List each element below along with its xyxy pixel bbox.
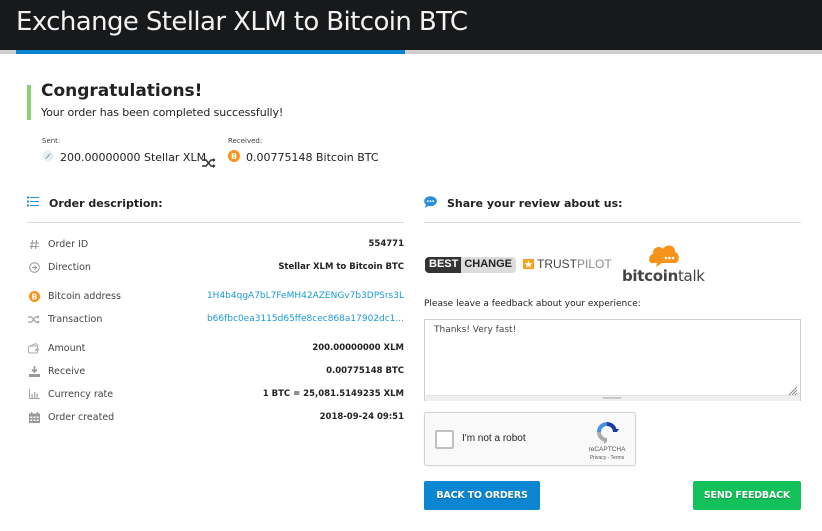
resize-handle-icon[interactable] xyxy=(787,381,798,396)
sent-label: Sent: xyxy=(42,137,61,145)
download-icon xyxy=(27,365,41,377)
bestchange-logo-link[interactable]: BEST CHANGE xyxy=(425,257,517,273)
receive-value: 0.00775148 BTC xyxy=(326,366,404,376)
textarea-grip-handle[interactable] xyxy=(603,397,621,399)
order-row-receive: Receive 0.00775148 BTC xyxy=(27,363,404,379)
send-feedback-button[interactable]: SEND FEEDBACK xyxy=(693,481,801,510)
order-description-title: Order description: xyxy=(49,196,163,210)
bitcoin-address-link[interactable]: 1H4b4qgA7bL7FeMH42AZENGv7b3DPSrs3L xyxy=(207,291,404,301)
wallet-icon xyxy=(27,342,41,354)
bitcointalk-logo-link[interactable]: bitcointalk xyxy=(622,243,705,288)
list-icon xyxy=(27,196,39,210)
recaptcha-checkbox[interactable] xyxy=(435,430,454,449)
shuffle-icon xyxy=(27,314,41,324)
review-title: Share your review about us: xyxy=(447,197,623,210)
currency-rate-value: 1 BTC = 25,081.5149235 XLM xyxy=(262,389,404,399)
arrow-circle-right-icon xyxy=(27,261,41,273)
bar-chart-icon xyxy=(27,389,41,399)
order-created-value: 2018-09-24 09:51 xyxy=(319,412,404,422)
order-row-id: Order ID 554771 xyxy=(27,236,404,252)
sent-value: 200.00000000 Stellar XLM xyxy=(60,151,207,164)
order-divider xyxy=(27,222,404,223)
received-summary: Received: B 0.00775148 Bitcoin BTC xyxy=(228,137,379,165)
page-header: Exchange Stellar XLM to Bitcoin BTC xyxy=(0,0,822,50)
svg-text:B: B xyxy=(231,152,237,161)
bitcoin-icon: B xyxy=(27,290,41,302)
chat-bubble-icon xyxy=(424,196,437,211)
review-sites: BEST CHANGE TRUST PILOT bitcointalk xyxy=(425,240,715,290)
stellar-rocket-icon xyxy=(42,150,54,165)
received-value: 0.00775148 Bitcoin BTC xyxy=(246,151,379,164)
title-underline xyxy=(16,50,405,54)
order-row-bitcoin-address: B Bitcoin address 1H4b4qgA7bL7FeMH42AZEN… xyxy=(27,288,404,304)
shuffle-icon xyxy=(202,153,216,172)
order-id-value: 554771 xyxy=(368,239,405,249)
review-divider xyxy=(424,222,801,223)
order-row-currency-rate: Currency rate 1 BTC = 25,081.5149235 XLM xyxy=(27,386,404,402)
success-title: Congratulations! xyxy=(41,81,203,101)
page-title: Exchange Stellar XLM to Bitcoin BTC xyxy=(16,7,468,37)
trustpilot-logo-link[interactable]: TRUST PILOT xyxy=(523,257,612,271)
transaction-link[interactable]: b66fbc0ea3115d65ffe8cec868a17902dc1... xyxy=(207,314,404,324)
back-to-orders-button[interactable]: BACK TO ORDERS xyxy=(424,481,540,510)
trustpilot-star-icon xyxy=(523,259,534,269)
order-description-heading: Order description: xyxy=(27,196,163,210)
order-row-created: Order created 2018-09-24 09:51 xyxy=(27,409,404,425)
direction-value: Stellar XLM to Bitcoin BTC xyxy=(278,262,404,272)
svg-text:B: B xyxy=(31,292,37,301)
sent-summary: Sent: 200.00000000 Stellar XLM xyxy=(42,137,206,165)
success-message: Congratulations! Your order has been com… xyxy=(27,81,284,120)
order-row-amount: Amount 200.00000000 XLM xyxy=(27,340,404,356)
order-row-transaction: Transaction b66fbc0ea3115d65ffe8cec868a1… xyxy=(27,311,404,327)
recaptcha-label: I'm not a robot xyxy=(462,433,526,444)
bitcoin-icon: B xyxy=(228,150,240,165)
received-label: Received: xyxy=(228,137,263,145)
recaptcha-logo-icon xyxy=(595,420,619,444)
feedback-textarea[interactable]: Thanks! Very fast! xyxy=(424,319,801,401)
recaptcha-brand: reCAPTCHA xyxy=(588,446,626,453)
recaptcha-widget: I'm not a robot reCAPTCHA Privacy - Term… xyxy=(424,412,636,466)
success-subtitle: Your order has been completed successful… xyxy=(41,106,284,119)
amount-value: 200.00000000 XLM xyxy=(312,343,404,353)
feedback-label: Please leave a feedback about your exper… xyxy=(424,299,641,309)
calendar-icon xyxy=(27,411,41,423)
hash-icon xyxy=(27,239,41,250)
order-row-direction: Direction Stellar XLM to Bitcoin BTC xyxy=(27,259,404,275)
recaptcha-privacy-terms-link[interactable]: Privacy - Terms xyxy=(575,455,639,461)
review-heading: Share your review about us: xyxy=(424,196,623,211)
